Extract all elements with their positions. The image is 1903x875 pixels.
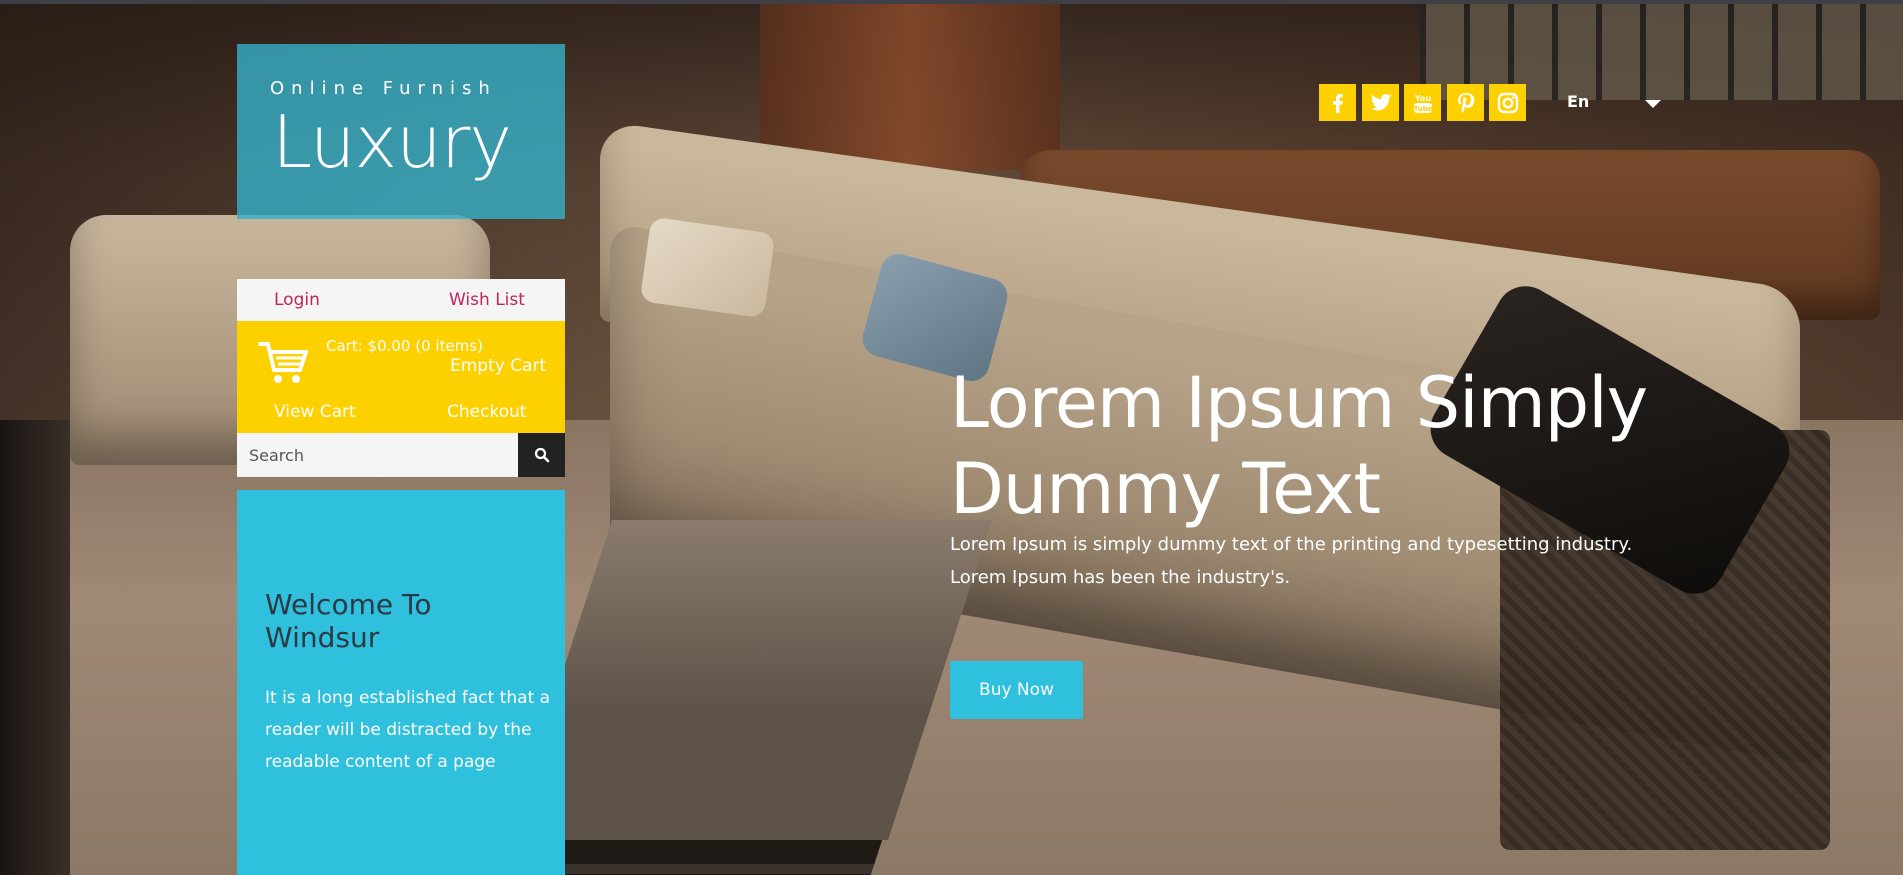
youtube-button[interactable]: You Tube — [1404, 84, 1441, 121]
chevron-down-icon[interactable] — [1645, 100, 1661, 108]
search-input[interactable] — [237, 433, 518, 477]
pinterest-icon — [1457, 92, 1474, 113]
search-icon — [534, 447, 549, 463]
login-link[interactable]: Login — [274, 290, 320, 310]
view-cart-link[interactable]: View Cart — [274, 402, 356, 422]
buy-now-button[interactable]: Buy Now — [950, 661, 1083, 719]
twitter-icon — [1370, 93, 1392, 110]
welcome-text: It is a long established fact that a rea… — [265, 688, 551, 772]
wall-panel-image-region — [760, 0, 1060, 170]
checkout-link[interactable]: Checkout — [447, 402, 527, 422]
shopping-cart-icon — [258, 342, 308, 383]
logo-tagline: Online Furnish — [270, 78, 497, 99]
instagram-icon — [1497, 92, 1518, 113]
facebook-button[interactable] — [1319, 84, 1356, 121]
instagram-button[interactable] — [1489, 84, 1526, 121]
cabinet-image-region — [0, 420, 70, 875]
empty-cart-link[interactable]: Empty Cart — [450, 356, 546, 376]
hero-title: Lorem Ipsum Simply Dummy Text — [950, 362, 1648, 530]
cream-pillow-image-region — [639, 216, 776, 319]
logo-title[interactable]: Luxury — [272, 100, 512, 184]
hero-text: Lorem Ipsum is simply dummy text of the … — [950, 534, 1633, 588]
welcome-title: Welcome To Windsur — [265, 588, 432, 654]
wishlist-link[interactable]: Wish List — [449, 290, 525, 310]
svg-text:Tube: Tube — [1413, 105, 1432, 113]
top-border — [0, 0, 1903, 4]
twitter-button[interactable] — [1362, 84, 1399, 121]
youtube-icon: You Tube — [1413, 94, 1432, 113]
svg-text:You: You — [1413, 94, 1431, 103]
facebook-icon — [1332, 93, 1343, 113]
search-button[interactable] — [518, 433, 565, 477]
cart-summary: Cart: $0.00 (0 items) — [326, 337, 483, 355]
pinterest-button[interactable] — [1447, 84, 1484, 121]
